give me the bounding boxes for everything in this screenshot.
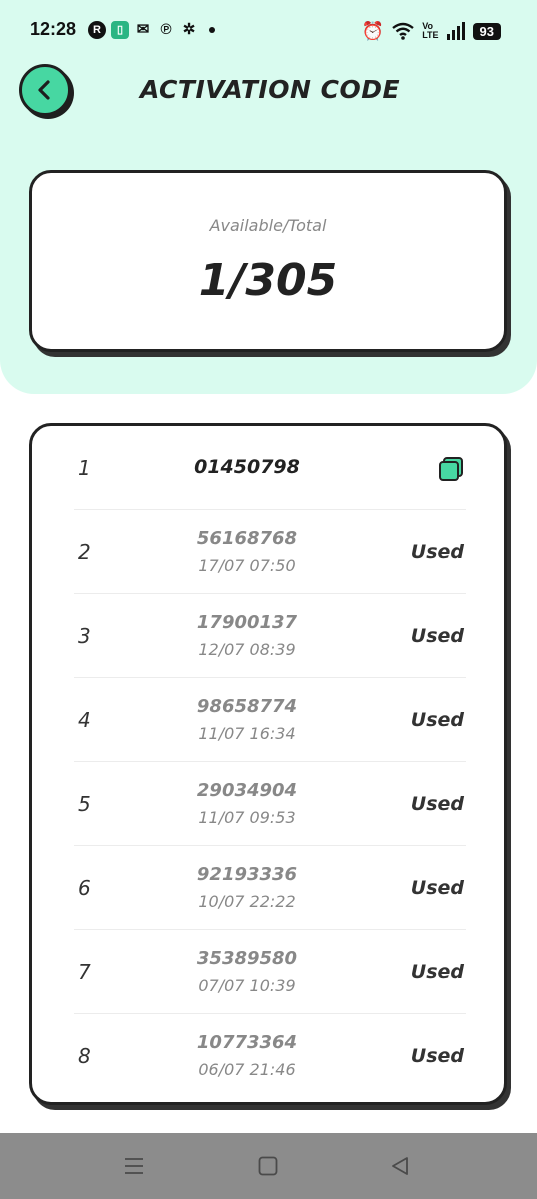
status-used: Used <box>410 625 464 647</box>
status-bar: 12:28 R ▯ ✉ ℗ ✲ ⏰ Vo LTE 93 <box>0 0 537 62</box>
page-title: ACTIVATION CODE <box>139 75 401 104</box>
app-notification-icon: ✲ <box>182 21 196 38</box>
code-row: 4 98658774 11/07 16:34 Used <box>32 678 504 762</box>
code-row: 3 17900137 12/07 08:39 Used <box>32 594 504 678</box>
status-time: 12:28 <box>30 19 77 39</box>
app-notification-icon: R <box>88 21 106 39</box>
parking-icon: ℗ <box>160 21 172 38</box>
code-row: 8 10773364 06/07 21:46 Used <box>32 1014 504 1098</box>
used-code: 56168768 <box>196 528 298 549</box>
used-date: 11/07 16:34 <box>198 724 296 743</box>
summary-card: Available/Total 1/305 <box>29 170 507 352</box>
status-used: Used <box>410 1045 464 1067</box>
summary-value: 1/305 <box>198 255 338 306</box>
alarm-icon: ⏰ <box>361 20 385 42</box>
volte-icon: Vo LTE <box>422 21 439 40</box>
battery-icon: 93 <box>472 22 501 40</box>
used-date: 11/07 09:53 <box>198 808 296 827</box>
row-index: 8 <box>78 1044 91 1068</box>
signal-icon <box>446 22 465 40</box>
used-code: 92193336 <box>196 864 298 885</box>
row-index: 3 <box>78 624 91 648</box>
used-code: 98658774 <box>196 696 298 717</box>
code-row: 7 35389580 07/07 10:39 Used <box>32 930 504 1014</box>
notification-icons: R ▯ ✉ ℗ ✲ <box>88 20 215 40</box>
status-used: Used <box>410 541 464 563</box>
row-index: 4 <box>78 708 91 732</box>
status-used: Used <box>410 961 464 983</box>
code-list: 1 01450798 2 56168768 17/07 07:50 Used 3… <box>29 423 507 1105</box>
code-row: 2 56168768 17/07 07:50 Used <box>32 510 504 594</box>
status-used: Used <box>410 793 464 815</box>
home-square-icon[interactable] <box>256 1155 280 1177</box>
used-date: 07/07 10:39 <box>198 976 296 995</box>
row-index: 1 <box>78 456 91 480</box>
row-index: 7 <box>78 960 91 984</box>
code-row: 6 92193336 10/07 22:22 Used <box>32 846 504 930</box>
used-date: 12/07 08:39 <box>198 640 296 659</box>
system-nav-bar <box>0 1133 537 1199</box>
copy-icon[interactable] <box>438 456 464 482</box>
mail-icon: ✉ <box>136 21 150 38</box>
code-row: 5 29034904 11/07 09:53 Used <box>32 762 504 846</box>
status-used: Used <box>410 877 464 899</box>
used-date: 17/07 07:50 <box>198 556 296 575</box>
used-code: 17900137 <box>196 612 298 633</box>
used-date: 10/07 22:22 <box>198 892 296 911</box>
used-code: 29034904 <box>196 780 298 801</box>
more-notifications-icon <box>209 27 215 33</box>
used-date: 06/07 21:46 <box>198 1060 296 1079</box>
status-used: Used <box>410 709 464 731</box>
activation-code[interactable]: 01450798 <box>152 456 342 478</box>
back-triangle-icon[interactable] <box>388 1155 412 1177</box>
row-index: 6 <box>78 876 91 900</box>
used-code: 10773364 <box>196 1032 298 1053</box>
wifi-icon <box>392 22 414 40</box>
row-index: 2 <box>78 540 91 564</box>
row-index: 5 <box>78 792 91 816</box>
code-row: 1 01450798 <box>32 426 504 510</box>
system-icons: ⏰ Vo LTE 93 <box>362 20 501 42</box>
app-notification-icon: ▯ <box>111 21 129 39</box>
menu-icon[interactable] <box>122 1155 146 1177</box>
summary-label: Available/Total <box>209 216 327 235</box>
used-code: 35389580 <box>196 948 298 969</box>
